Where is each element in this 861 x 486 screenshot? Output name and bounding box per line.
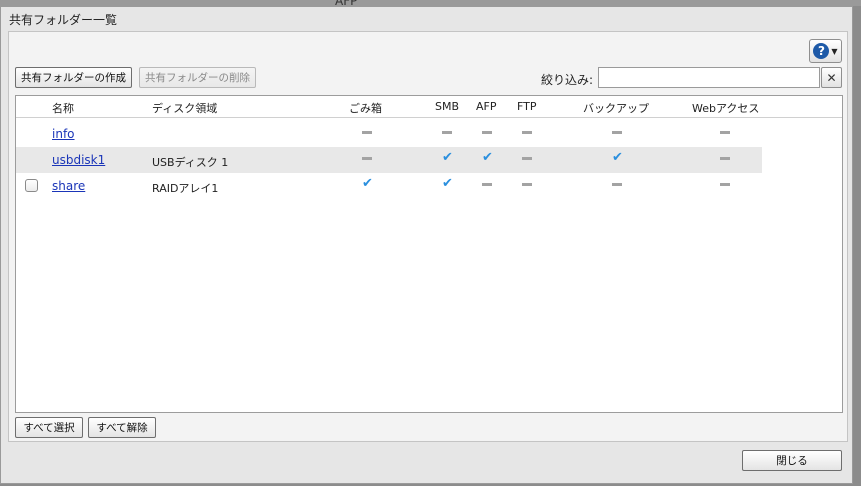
shared-folder-list-dialog: 共有フォルダー一覧 ? ▼ 共有フォルダーの作成 共有フォルダーの削除 絞り込み… xyxy=(0,6,853,484)
deselect-all-button[interactable]: すべて解除 xyxy=(88,417,156,438)
column-header-web[interactable]: Webアクセス xyxy=(692,100,759,116)
afp-check-icon: ✔ xyxy=(482,150,493,165)
disk-area-cell: USBディスク 1 xyxy=(152,156,229,169)
table-row[interactable]: usbdisk1 USBディスク 1 ✔ ✔ ✔ xyxy=(16,147,762,173)
smb-check-icon: ✔ xyxy=(442,150,453,165)
help-icon: ? xyxy=(813,43,830,59)
column-header-afp[interactable]: AFP xyxy=(476,100,497,113)
column-header-smb[interactable]: SMB xyxy=(435,100,459,113)
column-header-trash[interactable]: ごみ箱 xyxy=(349,100,382,116)
column-header-backup[interactable]: バックアップ xyxy=(583,100,649,116)
close-icon: ✕ xyxy=(826,70,837,85)
filter-input[interactable] xyxy=(598,67,820,88)
backup-dash-icon xyxy=(612,183,622,186)
filter-label: 絞り込み: xyxy=(541,73,594,87)
create-shared-folder-button[interactable]: 共有フォルダーの作成 xyxy=(15,67,132,88)
column-header-disk[interactable]: ディスク領域 xyxy=(152,100,217,116)
column-header-name[interactable]: 名称 xyxy=(52,100,74,116)
trash-dash-icon xyxy=(362,157,372,160)
table-header: 名称 ディスク領域 ごみ箱 SMB AFP FTP バックアップ Webアクセス xyxy=(16,96,842,118)
shared-folder-table: 名称 ディスク領域 ごみ箱 SMB AFP FTP バックアップ Webアクセス… xyxy=(15,95,843,413)
smb-dash-icon xyxy=(442,131,452,134)
disk-area-cell: RAIDアレイ1 xyxy=(152,182,219,195)
trash-dash-icon xyxy=(362,131,372,134)
delete-shared-folder-button[interactable]: 共有フォルダーの削除 xyxy=(139,67,256,88)
dialog-title: 共有フォルダー一覧 xyxy=(9,13,118,27)
clear-filter-button[interactable]: ✕ xyxy=(821,67,842,88)
web-dash-icon xyxy=(720,131,730,134)
ftp-dash-icon xyxy=(522,131,532,134)
column-header-ftp[interactable]: FTP xyxy=(517,100,537,113)
chevron-down-icon: ▼ xyxy=(831,46,838,56)
select-all-button[interactable]: すべて選択 xyxy=(15,417,83,438)
trash-check-icon: ✔ xyxy=(362,176,373,191)
ftp-dash-icon xyxy=(522,157,532,160)
table-row[interactable]: info xyxy=(16,121,762,147)
help-button[interactable]: ? ▼ xyxy=(809,39,842,63)
folder-name-link[interactable]: info xyxy=(52,127,75,141)
folder-name-link[interactable]: usbdisk1 xyxy=(52,153,105,167)
afp-dash-icon xyxy=(482,183,492,186)
backup-dash-icon xyxy=(612,131,622,134)
smb-check-icon: ✔ xyxy=(442,176,453,191)
ftp-dash-icon xyxy=(522,183,532,186)
web-dash-icon xyxy=(720,183,730,186)
folder-name-link[interactable]: share xyxy=(52,179,85,193)
table-row[interactable]: share RAIDアレイ1 ✔ ✔ xyxy=(16,173,762,199)
row-checkbox[interactable] xyxy=(25,179,38,192)
web-dash-icon xyxy=(720,157,730,160)
afp-dash-icon xyxy=(482,131,492,134)
backup-check-icon: ✔ xyxy=(612,150,623,165)
close-button[interactable]: 閉じる xyxy=(742,450,842,471)
